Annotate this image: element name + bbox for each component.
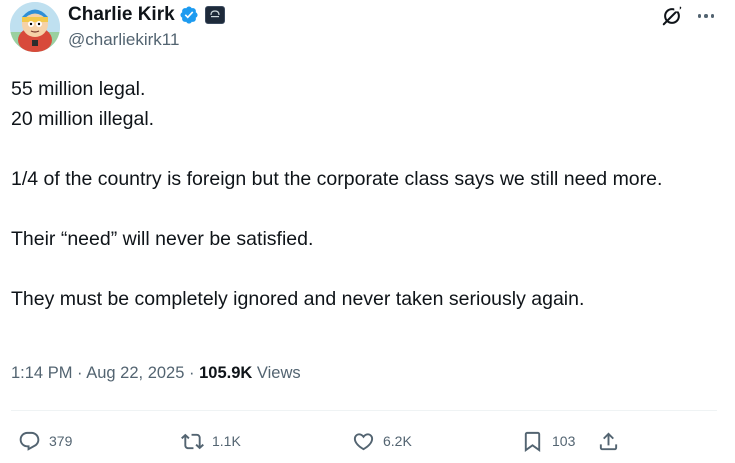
heart-icon <box>353 432 374 450</box>
affiliate-badge-icon[interactable] <box>204 6 225 24</box>
author-handle[interactable]: @charliekirk11 <box>68 30 179 50</box>
more-options-icon[interactable] <box>694 5 718 27</box>
verified-badge-icon[interactable] <box>179 5 199 25</box>
bookmark-button[interactable]: 103 <box>521 426 575 456</box>
bookmark-count: 103 <box>552 433 576 449</box>
avatar[interactable] <box>10 2 60 52</box>
like-count: 6.2K <box>383 433 412 449</box>
meta-separator: · <box>77 364 83 382</box>
tweet-line: 55 million legal. <box>11 78 146 100</box>
meta-separator: · <box>189 364 195 382</box>
tweet-time[interactable]: 1:14 PM <box>11 364 72 382</box>
repost-button[interactable]: 1.1K <box>181 426 241 456</box>
like-button[interactable]: 6.2K <box>352 426 412 456</box>
bookmark-icon <box>524 431 541 452</box>
views-count: 105.9K <box>199 364 253 382</box>
share-icon <box>599 431 618 450</box>
author-name-row: Charlie Kirk <box>68 4 225 26</box>
tweet-date[interactable]: Aug 22, 2025 <box>86 364 184 382</box>
reply-icon <box>19 431 40 451</box>
tweet-line: 1/4 of the country is foreign but the co… <box>11 168 663 190</box>
tweet-card: Charlie Kirk @charliekirk11 55 million l <box>0 0 735 463</box>
author-display-name[interactable]: Charlie Kirk <box>68 4 175 26</box>
reply-button[interactable]: 379 <box>18 426 72 456</box>
tweet-meta: 1:14 PM · Aug 22, 2025 · 105.9K Views <box>11 364 301 383</box>
cartoon-avatar-icon <box>10 2 60 52</box>
grok-icon[interactable] <box>661 5 683 27</box>
divider <box>11 410 717 411</box>
repost-icon <box>181 433 204 449</box>
share-button[interactable] <box>597 426 620 456</box>
action-bar: 379 1.1K 6.2K 103 <box>0 426 735 456</box>
tweet-line: They must be completely ignored and neve… <box>11 288 585 310</box>
repost-count: 1.1K <box>212 433 241 449</box>
tweet-line: Their “need” will never be satisfied. <box>11 228 314 250</box>
tweet-line: 20 million illegal. <box>11 108 155 130</box>
tweet-text: 55 million legal. 20 million illegal. 1/… <box>11 74 716 314</box>
reply-count: 379 <box>49 433 73 449</box>
views-label: Views <box>256 364 301 382</box>
